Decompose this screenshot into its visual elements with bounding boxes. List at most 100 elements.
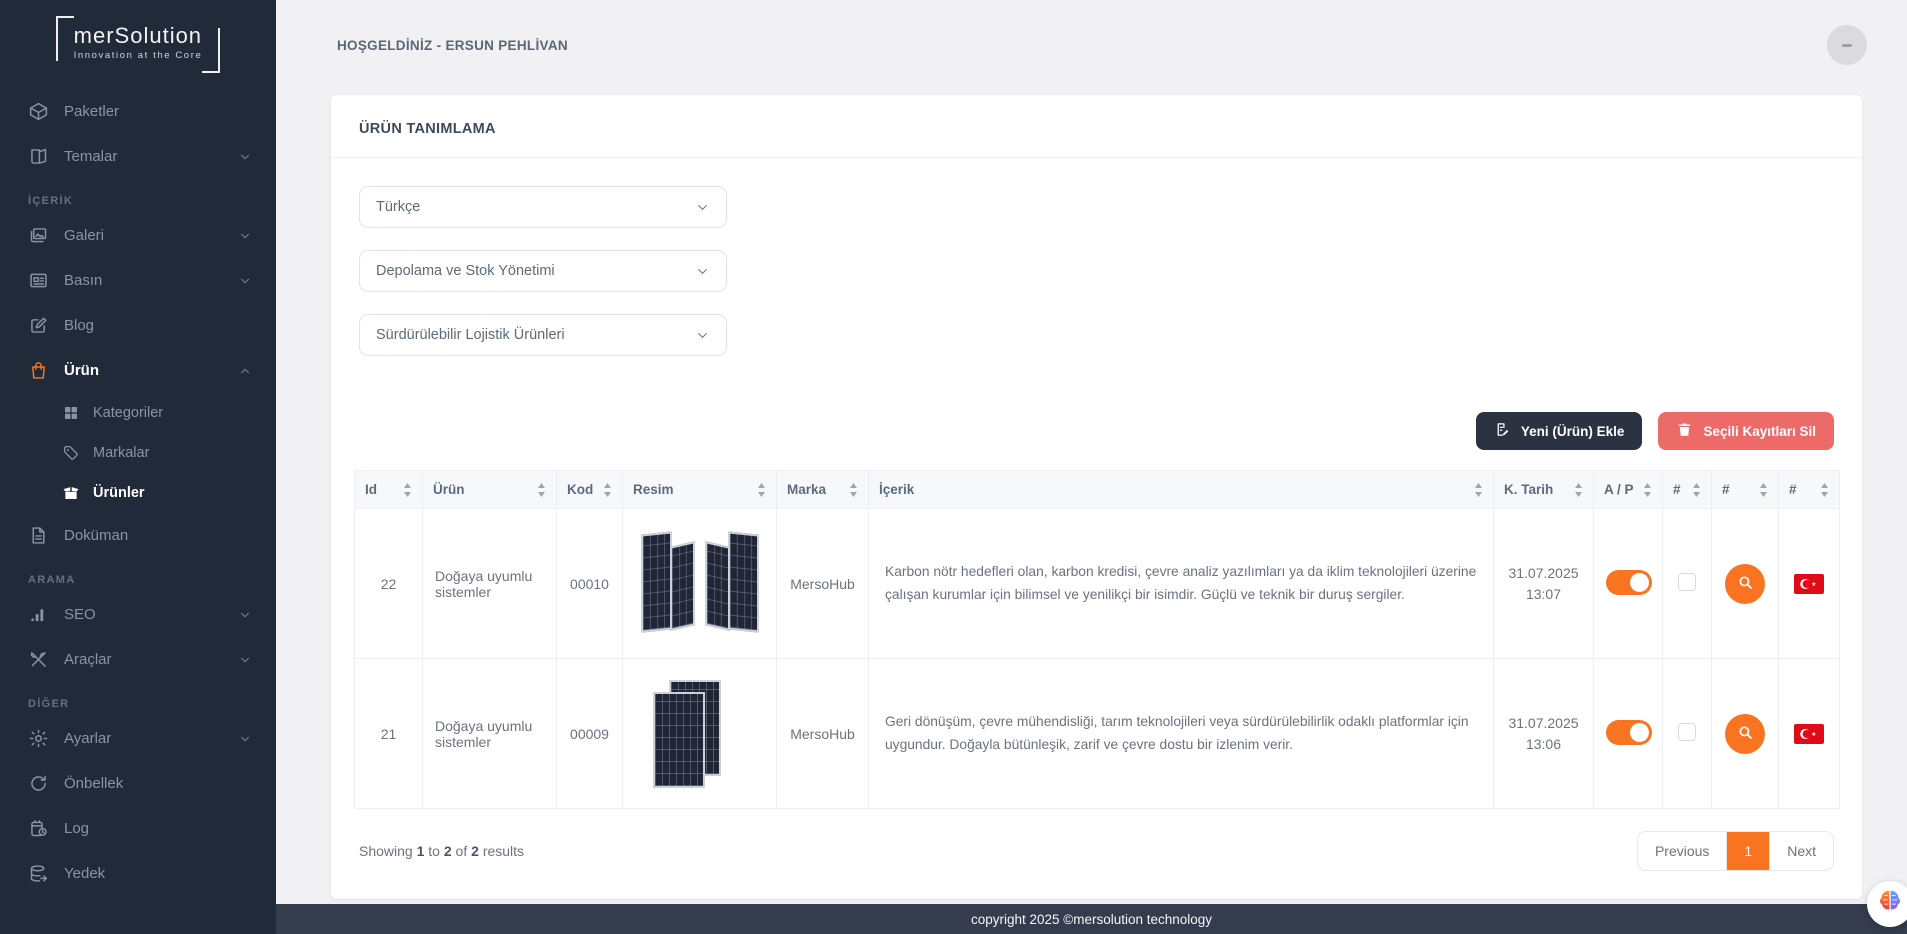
column-header-kod[interactable]: Kod bbox=[557, 471, 623, 509]
sort-icon[interactable] bbox=[603, 483, 612, 497]
refresh-icon bbox=[28, 773, 49, 794]
column-header-marka[interactable]: Marka bbox=[777, 471, 869, 509]
sidebar-item-önbellek[interactable]: Önbellek bbox=[0, 761, 276, 806]
view-detail-button[interactable] bbox=[1725, 564, 1765, 604]
sidebar-item-araçlar[interactable]: Araçlar bbox=[0, 637, 276, 682]
sidebar-subitem-kategoriler[interactable]: Kategoriler bbox=[0, 393, 276, 433]
view-detail-button[interactable] bbox=[1725, 714, 1765, 754]
cell-date: 31.07.202513:07 bbox=[1494, 509, 1594, 659]
cell-active-toggle bbox=[1594, 659, 1663, 809]
sidebar-item-seo[interactable]: SEO bbox=[0, 592, 276, 637]
tag-icon bbox=[62, 444, 80, 462]
column-header-ürün[interactable]: Ürün bbox=[423, 471, 557, 509]
sidebar-item-paketler[interactable]: Paketler bbox=[0, 89, 276, 134]
column-label: # bbox=[1789, 482, 1797, 497]
blog-icon bbox=[28, 315, 49, 336]
table-body: 22Doğaya uyumlu sistemler00010MersoHubKa… bbox=[355, 509, 1840, 809]
cell-image bbox=[623, 659, 777, 809]
sort-icon[interactable] bbox=[1820, 483, 1829, 497]
turkish-flag-icon[interactable] bbox=[1794, 724, 1824, 740]
filter-select-subcategory[interactable]: Sürdürülebilir Lojistik Ürünleri bbox=[359, 314, 727, 356]
sort-icon[interactable] bbox=[1574, 483, 1583, 497]
toggle-knob bbox=[1630, 723, 1649, 742]
active-toggle[interactable] bbox=[1606, 720, 1652, 745]
brand-logo-box: merSolution Innovation at the Core bbox=[56, 16, 221, 73]
sidebar-item-basın[interactable]: Basın bbox=[0, 258, 276, 303]
brand-logo[interactable]: merSolution Innovation at the Core bbox=[0, 0, 276, 83]
sort-icon[interactable] bbox=[1474, 483, 1483, 497]
add-product-button[interactable]: Yeni (Ürün) Ekle bbox=[1476, 412, 1643, 450]
sort-icon[interactable] bbox=[1692, 483, 1701, 497]
row-checkbox[interactable] bbox=[1678, 573, 1696, 591]
sidebar-subitem-label: Markalar bbox=[93, 445, 149, 461]
sidebar-section-i-çeri-k: İÇERİK bbox=[0, 179, 276, 213]
sort-icon[interactable] bbox=[1759, 483, 1768, 497]
pagination-page-1[interactable]: 1 bbox=[1726, 832, 1769, 870]
sidebar-item-doküman[interactable]: Doküman bbox=[0, 513, 276, 558]
sidebar-subitem-markalar[interactable]: Markalar bbox=[0, 433, 276, 473]
chevron-down-icon bbox=[695, 328, 710, 343]
sidebar-subitem-label: Ürünler bbox=[93, 485, 145, 501]
sidebar-item-label: Ürün bbox=[64, 362, 223, 379]
column-header-resim[interactable]: Resim bbox=[623, 471, 777, 509]
filter-select-language[interactable]: Türkçe bbox=[359, 186, 727, 228]
column-label: Marka bbox=[787, 482, 826, 497]
chevron-down-icon bbox=[695, 264, 710, 279]
chevron-down-icon bbox=[238, 608, 252, 622]
column-header-hash-10[interactable]: # bbox=[1779, 471, 1840, 509]
sort-icon[interactable] bbox=[1643, 483, 1652, 497]
sidebar-item-ayarlar[interactable]: Ayarlar bbox=[0, 716, 276, 761]
column-header-hash-9[interactable]: # bbox=[1712, 471, 1779, 509]
column-header-i-çerik[interactable]: İçerik bbox=[869, 471, 1494, 509]
pagination-next[interactable]: Next bbox=[1769, 832, 1833, 870]
sidebar-item-log[interactable]: Log bbox=[0, 806, 276, 851]
sidebar-item-temalar[interactable]: Temalar bbox=[0, 134, 276, 179]
filter-select-category[interactable]: Depolama ve Stok Yönetimi bbox=[359, 250, 727, 292]
row-checkbox[interactable] bbox=[1678, 723, 1696, 741]
cell-code: 00009 bbox=[557, 659, 623, 809]
sidebar-item-ürün[interactable]: Ürün bbox=[0, 348, 276, 393]
sidebar-item-galeri[interactable]: Galeri bbox=[0, 213, 276, 258]
turkish-flag-icon[interactable] bbox=[1794, 574, 1824, 590]
bag-icon bbox=[28, 360, 49, 381]
sidebar-item-label: Blog bbox=[64, 317, 252, 334]
seo-icon bbox=[28, 604, 49, 625]
sort-icon[interactable] bbox=[757, 483, 766, 497]
sidebar-item-label: Önbellek bbox=[64, 775, 252, 792]
sidebar-section-di-ğer: DİĞER bbox=[0, 682, 276, 716]
sort-icon[interactable] bbox=[849, 483, 858, 497]
column-header-k-tarih[interactable]: K. Tarih bbox=[1494, 471, 1594, 509]
sidebar-subitem-ürünler[interactable]: Ürünler bbox=[0, 473, 276, 513]
column-header-hash-8[interactable]: # bbox=[1663, 471, 1712, 509]
chevron-down-icon bbox=[238, 732, 252, 746]
delete-selected-button[interactable]: Seçili Kayıtları Sil bbox=[1658, 412, 1834, 450]
product-image-solar-panels[interactable] bbox=[639, 678, 761, 790]
column-label: Ürün bbox=[433, 482, 465, 497]
chevron-down-icon bbox=[238, 653, 252, 667]
toggle-knob bbox=[1630, 573, 1649, 592]
chevron-down-icon bbox=[238, 229, 252, 243]
gallery-icon bbox=[28, 225, 49, 246]
assistant-widget[interactable] bbox=[1867, 881, 1907, 927]
user-avatar-button[interactable] bbox=[1827, 25, 1867, 65]
date-value: 31.07.2025 bbox=[1506, 563, 1581, 584]
product-image-solar-panels[interactable] bbox=[639, 528, 761, 640]
column-header-id[interactable]: Id bbox=[355, 471, 423, 509]
card-footer: Showing 1 to 2 of 2 results Previous 1 N… bbox=[331, 809, 1862, 889]
sort-icon[interactable] bbox=[403, 483, 412, 497]
active-toggle[interactable] bbox=[1606, 570, 1652, 595]
backup-icon bbox=[28, 863, 49, 884]
pagination-previous[interactable]: Previous bbox=[1638, 832, 1726, 870]
date-value: 31.07.2025 bbox=[1506, 713, 1581, 734]
cell-checkbox bbox=[1663, 659, 1712, 809]
sidebar-item-label: Basın bbox=[64, 272, 223, 289]
sort-icon[interactable] bbox=[537, 483, 546, 497]
filter-select-value: Sürdürülebilir Lojistik Ürünleri bbox=[376, 327, 565, 343]
sidebar-item-yedek[interactable]: Yedek bbox=[0, 851, 276, 896]
sidebar-item-blog[interactable]: Blog bbox=[0, 303, 276, 348]
tools-icon bbox=[28, 649, 49, 670]
time-value: 13:07 bbox=[1506, 584, 1581, 605]
sidebar-item-label: Ayarlar bbox=[64, 730, 223, 747]
column-header-a-p[interactable]: A / P bbox=[1594, 471, 1663, 509]
sidebar: merSolution Innovation at the Core Paket… bbox=[0, 0, 276, 934]
